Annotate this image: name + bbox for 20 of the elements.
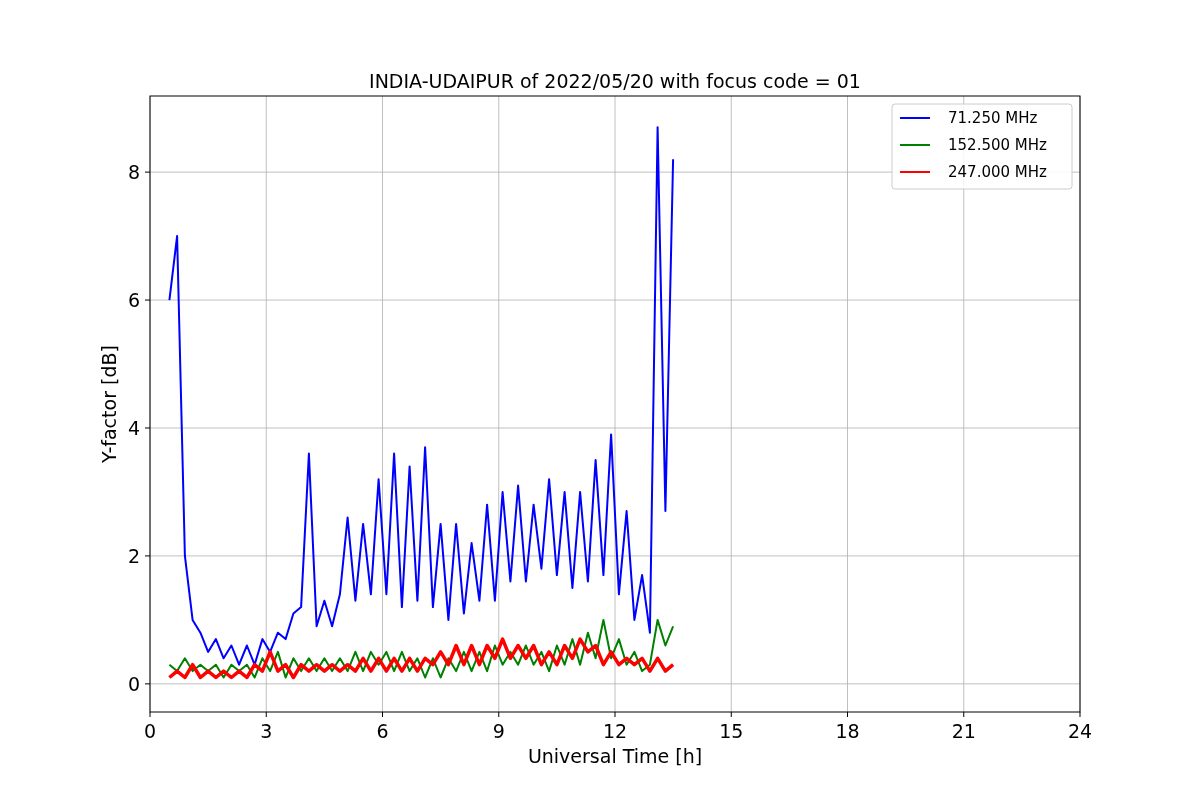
y-tick-label: 8	[127, 161, 140, 184]
y-tick-label: 6	[127, 289, 140, 312]
legend-label: 247.000 MHz	[948, 163, 1047, 181]
x-tick-label: 15	[719, 720, 744, 742]
y-tick-label: 2	[127, 544, 140, 567]
x-tick-label: 6	[376, 720, 389, 742]
legend-label: 152.500 MHz	[948, 136, 1047, 154]
x-tick-label: 3	[260, 720, 273, 742]
x-axis-label: Universal Time [h]	[527, 745, 703, 767]
chart-title: INDIA-UDAIPUR of 2022/05/20 with focus code = 01	[369, 70, 861, 92]
x-tick-label: 21	[951, 720, 976, 742]
legend-label: 71.250 MHz	[948, 109, 1038, 127]
x-tick-label: 12	[602, 720, 628, 742]
x-tick-label: 9	[492, 720, 505, 742]
x-tick-label: 24	[1067, 720, 1093, 742]
y-tick-label: 0	[127, 672, 140, 695]
x-tick-label: 18	[835, 720, 860, 742]
y-tick-label: 4	[127, 417, 140, 439]
x-tick-label: 0	[143, 720, 157, 742]
y-axis-label: Y-factor [dB]	[98, 345, 120, 463]
